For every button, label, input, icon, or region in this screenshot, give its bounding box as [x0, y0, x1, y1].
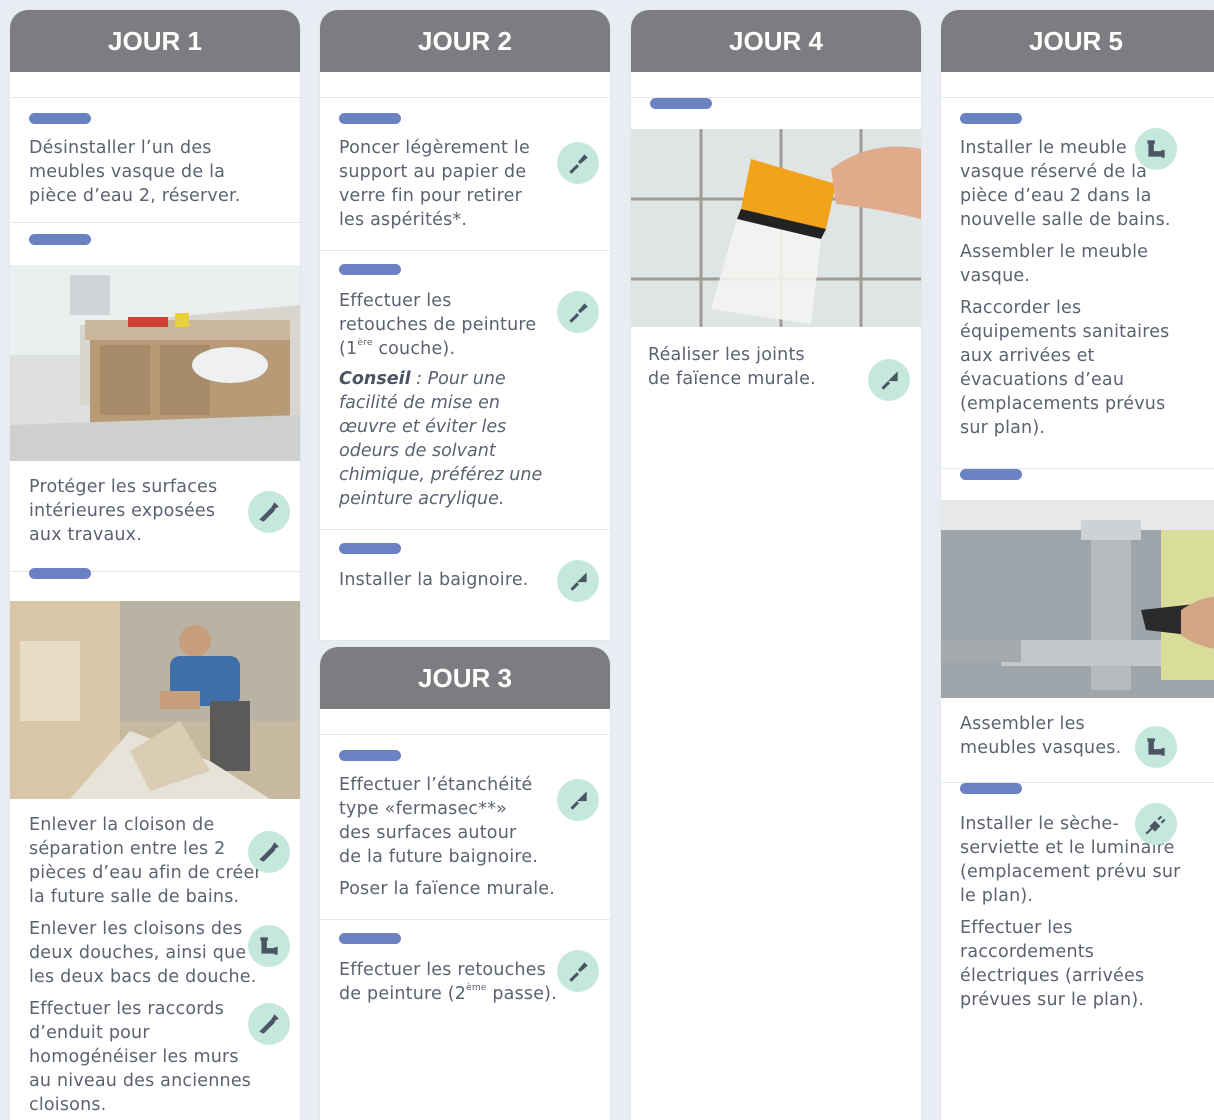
tip-text: Conseil : Pour une facilité de mise en œ… — [339, 367, 559, 511]
task-text: Effectuer les raccords d’enduit pour hom… — [29, 999, 252, 1115]
trowel-icon — [557, 560, 599, 602]
task-text: Assembler le meuble vasque. — [960, 242, 1149, 286]
task-marker — [339, 264, 401, 275]
task-block: Assembler les meubles vasques. — [941, 469, 1214, 768]
task-marker — [339, 543, 401, 554]
plug-icon — [1135, 803, 1177, 845]
task-block: Poncer légèrement le support au papier d… — [320, 98, 610, 232]
day-column-4: JOUR 4 Réaliser les joints de faïence mu… — [631, 10, 921, 1120]
task-text: Poser la faïence murale. — [339, 879, 556, 899]
task-text: Enlever la cloison de séparation entre l… — [29, 815, 262, 907]
superscript: ère — [357, 338, 373, 348]
task-block: Réaliser les joints de faïence murale. — [631, 98, 921, 401]
day-column-1: JOUR 1 Désinstaller l’un des meubles vas… — [10, 10, 300, 1120]
task-text: Poncer légèrement le support au papier d… — [339, 138, 530, 230]
task-text: Effectuer les retouches de peinture (2èm… — [339, 958, 559, 1006]
task-block: Effectuer l’étanchéité type «fermasec**»… — [320, 735, 610, 901]
task-text: Effectuer les retouches de peinture (1èr… — [339, 289, 544, 361]
task-marker — [960, 469, 1022, 480]
task-marker — [960, 113, 1022, 124]
task-block: Effectuer les retouches de peinture (1èr… — [320, 251, 610, 511]
separator — [10, 72, 300, 98]
separator — [631, 72, 921, 98]
day-column-2: JOUR 2 Poncer légèrement le support au p… — [320, 10, 610, 640]
saw-icon — [248, 1003, 290, 1045]
task-text: Raccorder les équipements sanitaires aux… — [960, 298, 1170, 438]
task-text: Protéger les surfaces intérieures exposé… — [29, 477, 218, 545]
trowel-icon — [868, 359, 910, 401]
grout-tiles-photo — [631, 129, 921, 327]
brush-icon — [557, 950, 599, 992]
separator — [320, 709, 610, 735]
pipe-icon — [248, 925, 290, 967]
tip-label: Conseil — [339, 369, 411, 389]
demolition-photo — [10, 601, 300, 799]
task-text: Enlever les cloisons des deux douches, a… — [29, 919, 257, 987]
task-block: Enlever la cloison de séparation entre l… — [10, 568, 300, 1117]
superscript: ème — [466, 983, 487, 993]
task-marker — [339, 933, 401, 944]
task-text-part: couche). — [372, 339, 456, 359]
brush-icon — [557, 142, 599, 184]
task-marker — [29, 113, 91, 124]
task-text: Assembler les meubles vasques. — [960, 714, 1122, 758]
brush-icon — [557, 291, 599, 333]
day-title: JOUR 4 — [631, 10, 921, 72]
separator — [320, 72, 610, 98]
pipe-icon — [1135, 128, 1177, 170]
day-title: JOUR 3 — [320, 647, 610, 709]
day-column-3: JOUR 3 Effectuer l’étanchéité type «ferm… — [320, 647, 610, 1120]
sink-drain-photo — [941, 500, 1214, 698]
saw-icon — [248, 831, 290, 873]
day-title: JOUR 1 — [10, 10, 300, 72]
task-text: Installer la baignoire. — [339, 570, 529, 590]
task-text: Effectuer l’étanchéité type «fermasec**»… — [339, 775, 539, 867]
pipe-icon — [1135, 726, 1177, 768]
task-marker — [650, 98, 712, 109]
task-marker — [339, 750, 401, 761]
tip-body: : Pour une facilité de mise en œuvre et … — [339, 369, 543, 509]
task-marker — [339, 113, 401, 124]
task-marker — [29, 234, 91, 245]
day-title: JOUR 5 — [941, 10, 1214, 72]
separator — [941, 72, 1214, 98]
task-block: Installer le meuble vasque réservé de la… — [941, 98, 1214, 440]
task-text: Désinstaller l’un des meubles vasque de … — [29, 138, 241, 206]
task-block: Installer la baignoire. — [320, 530, 610, 602]
day-column-5: JOUR 5 Installer le meuble vasque réserv… — [941, 10, 1214, 1120]
task-marker — [960, 783, 1022, 794]
trowel-icon — [557, 779, 599, 821]
task-text: Effectuer les raccordements électriques … — [960, 918, 1145, 1010]
task-block: Installer le sèche-serviette et le lumin… — [941, 783, 1214, 1012]
task-block: Désinstaller l’un des meubles vasque de … — [10, 98, 300, 208]
saw-icon — [248, 491, 290, 533]
task-block: Protéger les surfaces intérieures exposé… — [10, 223, 300, 547]
bathroom-protected-photo — [10, 265, 300, 461]
task-text: Réaliser les joints de faïence murale. — [648, 345, 816, 389]
task-block: Effectuer les retouches de peinture (2èm… — [320, 920, 610, 1006]
day-title: JOUR 2 — [320, 10, 610, 72]
task-text-part: passe). — [486, 984, 557, 1004]
task-marker — [29, 568, 91, 579]
